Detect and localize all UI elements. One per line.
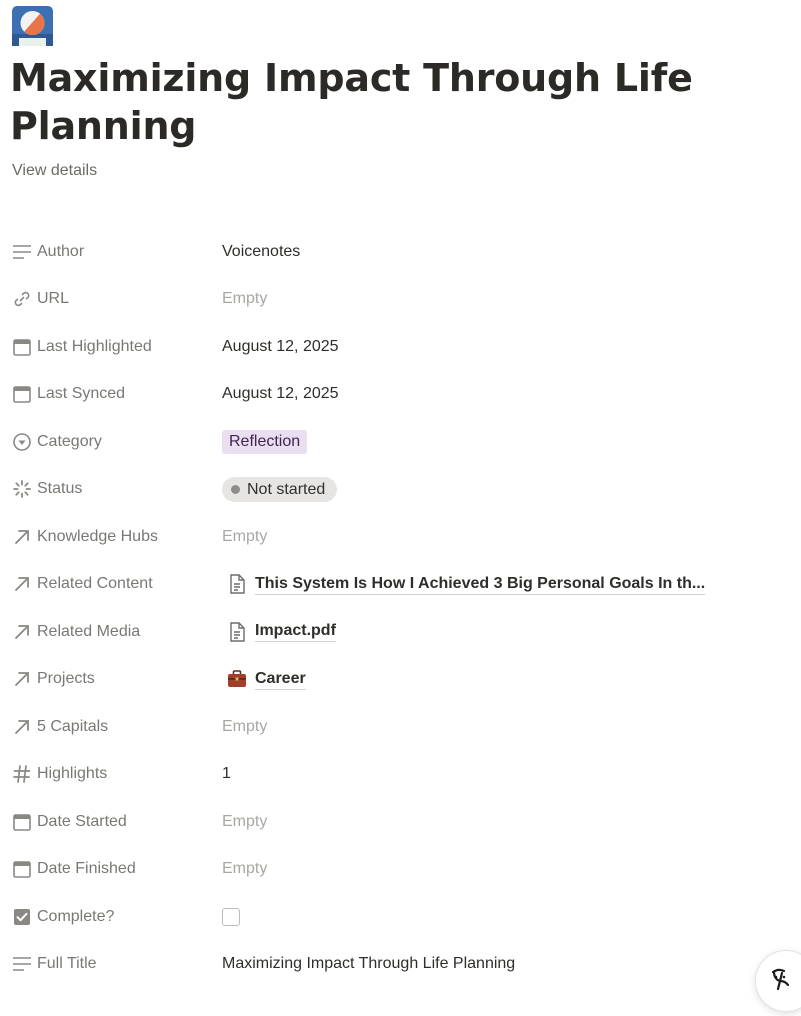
property-value-url[interactable]: Empty	[222, 290, 781, 308]
property-value-author[interactable]: Voicenotes	[222, 243, 781, 261]
property-value-date-finished[interactable]: Empty	[222, 860, 781, 878]
status-spinner-icon	[12, 479, 32, 499]
checkbox-checked-icon	[12, 907, 32, 927]
related-media-link[interactable]: Impact.pdf	[222, 621, 336, 643]
property-label-complete[interactable]: Complete?	[12, 907, 212, 927]
property-value-full-title[interactable]: Maximizing Impact Through Life Planning	[222, 955, 781, 973]
text-lines-icon	[12, 954, 32, 974]
property-row-knowledge-hubs: Knowledge Hubs Empty	[0, 513, 801, 561]
property-row-full-title: Full Title Maximizing Impact Through Lif…	[0, 941, 801, 989]
property-value-status[interactable]: Not started	[222, 476, 781, 502]
property-value-complete	[222, 907, 781, 926]
property-value-knowledge-hubs[interactable]: Empty	[222, 528, 781, 546]
property-row-url: URL Empty	[0, 276, 801, 324]
property-label-last-highlighted[interactable]: Last Highlighted	[12, 337, 212, 357]
page-title[interactable]: Maximizing Impact Through Life Planning	[10, 54, 710, 150]
property-value-projects: Career	[222, 668, 781, 690]
property-row-last-synced: Last Synced August 12, 2025	[0, 371, 801, 419]
property-label-highlights[interactable]: Highlights	[12, 764, 212, 784]
property-value-related-media: Impact.pdf	[222, 621, 781, 643]
view-details-link[interactable]: View details	[12, 162, 97, 180]
status-dot-icon	[231, 484, 240, 494]
property-label-last-synced[interactable]: Last Synced	[12, 384, 212, 404]
property-row-date-started: Date Started Empty	[0, 798, 801, 846]
link-icon	[12, 289, 32, 309]
calendar-icon	[12, 337, 32, 357]
properties-list: Author Voicenotes URL Empty Last Highlig…	[0, 228, 801, 988]
category-tag[interactable]: Reflection	[222, 429, 308, 454]
property-value-5-capitals[interactable]: Empty	[222, 718, 781, 736]
property-row-last-highlighted: Last Highlighted August 12, 2025	[0, 323, 801, 371]
calendar-icon	[12, 812, 32, 832]
text-lines-icon	[12, 242, 32, 262]
property-label-date-started[interactable]: Date Started	[12, 812, 212, 832]
projects-link[interactable]: Career	[222, 668, 306, 690]
property-label-date-finished[interactable]: Date Finished	[12, 859, 212, 879]
property-label-related-media[interactable]: Related Media	[12, 622, 212, 642]
property-label-url[interactable]: URL	[12, 289, 212, 309]
property-value-related-content: This System Is How I Achieved 3 Big Pers…	[222, 573, 781, 595]
status-badge[interactable]: Not started	[222, 476, 338, 502]
property-row-category: Category Reflection	[0, 418, 801, 466]
complete-checkbox[interactable]	[222, 907, 240, 926]
page-icon[interactable]	[12, 6, 53, 46]
related-content-link[interactable]: This System Is How I Achieved 3 Big Pers…	[222, 573, 706, 595]
property-row-highlights: Highlights 1	[0, 751, 801, 799]
property-row-5-capitals: 5 Capitals Empty	[0, 703, 801, 751]
document-icon	[226, 621, 248, 643]
assistant-face-icon	[771, 968, 790, 991]
hash-icon	[12, 764, 32, 784]
property-row-status: Status Not started	[0, 466, 801, 514]
briefcase-icon	[226, 668, 248, 690]
relation-arrow-icon	[12, 622, 32, 642]
property-value-category[interactable]: Reflection	[222, 429, 781, 454]
property-label-related-content[interactable]: Related Content	[12, 574, 212, 594]
property-value-last-synced[interactable]: August 12, 2025	[222, 385, 781, 403]
property-label-full-title[interactable]: Full Title	[12, 954, 212, 974]
calendar-icon	[12, 859, 32, 879]
property-value-highlights[interactable]: 1	[222, 765, 781, 783]
property-label-status[interactable]: Status	[12, 479, 212, 499]
relation-arrow-icon	[12, 527, 32, 547]
relation-arrow-icon	[12, 717, 32, 737]
relation-arrow-icon	[12, 574, 32, 594]
property-label-projects[interactable]: Projects	[12, 669, 212, 689]
property-value-last-highlighted[interactable]: August 12, 2025	[222, 338, 781, 356]
property-label-knowledge-hubs[interactable]: Knowledge Hubs	[12, 527, 212, 547]
property-row-related-media: Related Media Impact.pdf	[0, 608, 801, 656]
property-label-category[interactable]: Category	[12, 432, 212, 452]
document-icon	[226, 573, 248, 595]
property-row-date-finished: Date Finished Empty	[0, 846, 801, 894]
floating-help-button[interactable]	[755, 950, 801, 1012]
property-value-date-started[interactable]: Empty	[222, 813, 781, 831]
property-row-complete: Complete?	[0, 893, 801, 941]
select-circle-icon	[12, 432, 32, 452]
property-row-projects: Projects Career	[0, 656, 801, 704]
property-label-5-capitals[interactable]: 5 Capitals	[12, 717, 212, 737]
property-label-author[interactable]: Author	[12, 242, 212, 262]
calendar-icon	[12, 384, 32, 404]
property-row-author: Author Voicenotes	[0, 228, 801, 276]
relation-arrow-icon	[12, 669, 32, 689]
property-row-related-content: Related Content This System Is How I Ach…	[0, 561, 801, 609]
